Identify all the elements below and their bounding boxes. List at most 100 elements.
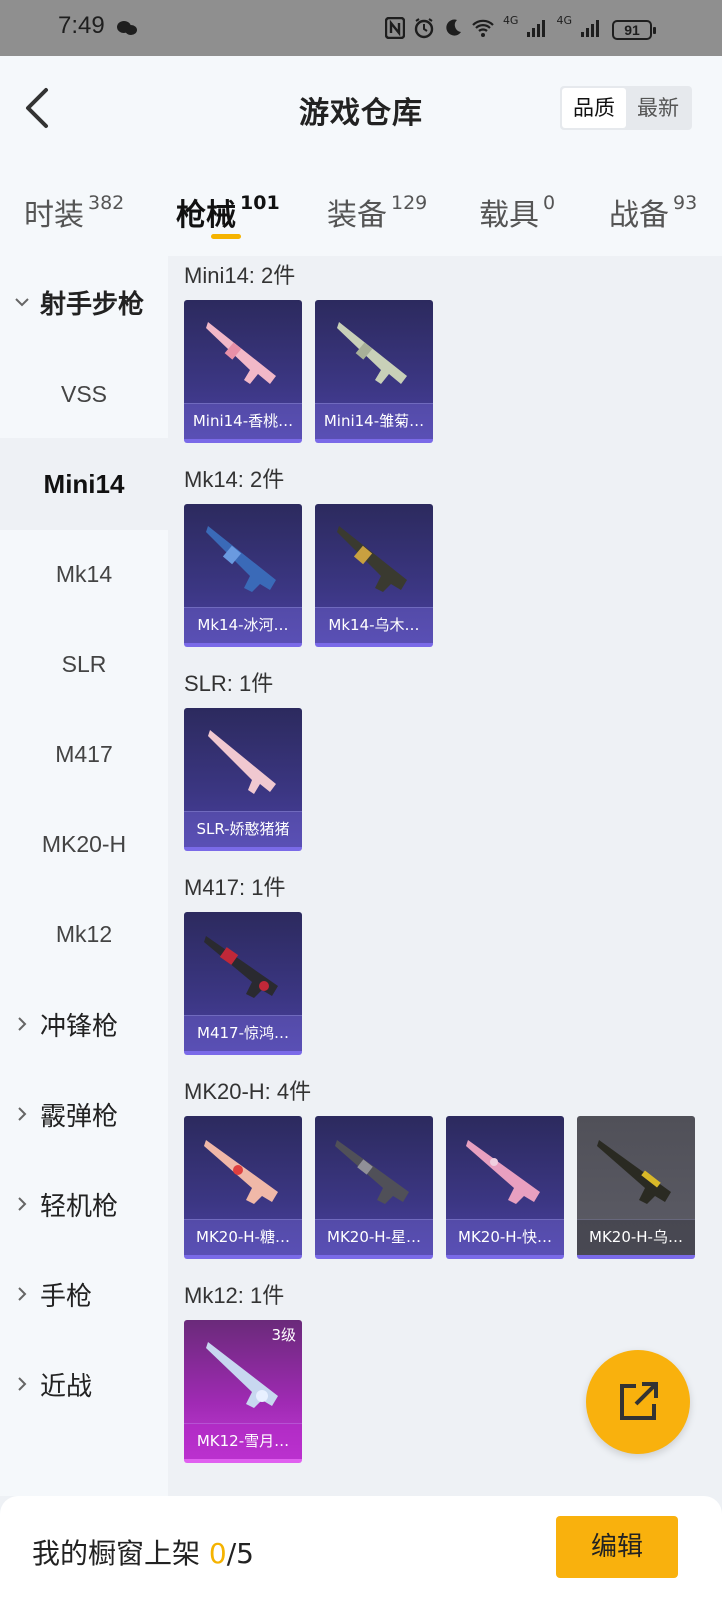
weapon-card-label: Mk14-乌木…	[315, 607, 433, 643]
weapon-card[interactable]: MK20-H-乌…	[577, 1116, 695, 1259]
weapon-card-label: MK12-雪月…	[184, 1423, 302, 1459]
weapon-sidebar: 射手步枪 VSS Mini14 Mk14 SLR M417 MK20-H Mk1…	[0, 256, 168, 1496]
tab-label: 时装	[24, 198, 84, 233]
tab-count: 382	[88, 192, 125, 214]
showcase-label: 我的橱窗上架	[32, 1537, 209, 1570]
weapon-card-label: Mini14-雏菊…	[315, 403, 433, 439]
network-label-2: 4G	[556, 13, 572, 27]
sidebar-item-mk12[interactable]: Mk12	[0, 888, 168, 980]
section-title: Mk14: 2件	[184, 467, 285, 492]
chevron-right-icon	[18, 1377, 27, 1391]
weapon-card[interactable]: SLR-娇憨猪猪	[184, 708, 302, 851]
weapon-card[interactable]: M417-惊鸿…	[184, 912, 302, 1055]
status-time: 7:49	[58, 12, 105, 39]
tab-skins[interactable]: 时装 382	[24, 190, 124, 234]
weapon-card[interactable]: Mk14-冰河…	[184, 504, 302, 647]
weapon-card-label: Mk14-冰河…	[184, 607, 302, 643]
sidebar-item-slr[interactable]: SLR	[0, 618, 168, 710]
showcase-current: 0	[208, 1537, 227, 1570]
alarm-icon	[414, 18, 434, 39]
weapon-card[interactable]: MK20-H-快…	[446, 1116, 564, 1259]
weapon-card-label: MK20-H-乌…	[577, 1219, 695, 1255]
tab-equipment[interactable]: 装备 129	[327, 190, 427, 234]
weapon-card-label: M417-惊鸿…	[184, 1015, 302, 1051]
tab-label: 装备	[327, 198, 387, 233]
tab-count: 129	[391, 192, 428, 214]
sidebar-group-label: 射手步枪	[40, 289, 145, 320]
sidebar-item-m417[interactable]: M417	[0, 708, 168, 800]
weapon-card[interactable]: MK20-H-星…	[315, 1116, 433, 1259]
network-label-1: 4G	[502, 13, 519, 27]
sidebar-group-shotgun[interactable]: 霰弹枪	[0, 1068, 168, 1160]
sidebar-group-label: 手枪	[40, 1281, 93, 1312]
rifle-icon	[206, 1342, 278, 1408]
rifle-icon	[204, 1140, 278, 1204]
sort-latest-button[interactable]: 最新	[626, 88, 690, 128]
signal-icon	[581, 20, 599, 37]
weapon-card[interactable]: Mk14-乌木…	[315, 504, 433, 647]
section-title: Mk12: 1件	[184, 1283, 285, 1308]
nfc-icon	[384, 17, 405, 39]
tab-guns[interactable]: 枪械 101	[176, 190, 280, 234]
weapon-card-label: MK20-H-星…	[315, 1219, 433, 1255]
section-title: MK20-H: 4件	[184, 1079, 312, 1104]
weapon-card-label: SLR-娇憨猪猪	[184, 811, 302, 847]
tab-label: 战备	[609, 198, 669, 233]
rifle-icon	[206, 526, 276, 592]
sidebar-item-mk14[interactable]: Mk14	[0, 528, 168, 620]
sidebar-group-marksman[interactable]: 射手步枪	[0, 256, 168, 348]
weapon-card[interactable]: MK20-H-糖…	[184, 1116, 302, 1259]
moon-icon	[446, 19, 461, 36]
sidebar-group-melee[interactable]: 近战	[0, 1338, 168, 1430]
chevron-right-icon	[18, 1017, 27, 1031]
edit-button[interactable]: 编辑	[556, 1516, 678, 1578]
category-tabs: 时装 382 枪械 101 装备 129 载具 0 战备 93	[0, 160, 722, 256]
sort-toggle: 品质 最新	[560, 86, 692, 130]
tab-vehicles[interactable]: 载具 0	[479, 190, 555, 234]
share-fab-button[interactable]	[586, 1350, 690, 1454]
signal-icon	[527, 20, 546, 37]
tab-count: 93	[673, 192, 698, 214]
wechat-icon	[117, 21, 137, 35]
weapon-card-label: MK20-H-糖…	[184, 1219, 302, 1255]
bottom-bar: 我的橱窗上架 0/5 编辑	[0, 1496, 722, 1600]
weapon-card[interactable]: Mini14-香桃…	[184, 300, 302, 443]
chevron-right-icon	[18, 1107, 27, 1121]
status-bar: 7:49 4G 4G 91	[0, 0, 722, 56]
tab-active-indicator	[211, 234, 241, 239]
rifle-icon	[597, 1140, 671, 1204]
external-link-icon	[620, 1382, 658, 1420]
rifle-icon	[466, 1140, 540, 1204]
tab-supplies[interactable]: 战备 93	[609, 190, 697, 234]
weapon-grid: Mini14: 2件 Mini14-香桃… Mini14-雏菊… Mk14: 2…	[168, 256, 722, 1496]
tab-label: 载具	[479, 198, 539, 233]
sidebar-item-vss[interactable]: VSS	[0, 348, 168, 440]
sidebar-group-label: 冲锋枪	[40, 1011, 119, 1042]
weapon-card-label: Mini14-香桃…	[184, 403, 302, 439]
rifle-icon	[337, 322, 407, 384]
sidebar-group-label: 近战	[40, 1371, 93, 1402]
sidebar-group-lmg[interactable]: 轻机枪	[0, 1158, 168, 1250]
chevron-down-icon	[15, 298, 29, 307]
battery-indicator: 91	[612, 20, 656, 40]
rifle-icon	[204, 936, 278, 998]
tab-count: 101	[240, 192, 280, 214]
sidebar-group-label: 轻机枪	[40, 1191, 119, 1222]
sidebar-group-pistol[interactable]: 手枪	[0, 1248, 168, 1340]
rifle-icon	[206, 322, 276, 384]
sort-quality-button[interactable]: 品质	[562, 88, 626, 128]
tab-count: 0	[543, 192, 556, 214]
weapon-card[interactable]: 3级 MK12-雪月…	[184, 1320, 302, 1463]
chevron-right-icon	[18, 1197, 27, 1211]
showcase-total: /5	[226, 1537, 254, 1570]
sidebar-group-smg[interactable]: 冲锋枪	[0, 978, 168, 1070]
tab-label: 枪械	[176, 198, 236, 233]
header: 游戏仓库 品质 最新	[0, 56, 722, 160]
rifle-icon	[335, 1140, 409, 1204]
sidebar-item-mini14[interactable]: Mini14	[0, 438, 168, 530]
weapon-card[interactable]: Mini14-雏菊…	[315, 300, 433, 443]
showcase-count: 我的橱窗上架 0/5	[32, 1532, 254, 1572]
rifle-icon	[337, 526, 407, 592]
sidebar-item-mk20h[interactable]: MK20-H	[0, 798, 168, 890]
weapon-card-label: MK20-H-快…	[446, 1219, 564, 1255]
